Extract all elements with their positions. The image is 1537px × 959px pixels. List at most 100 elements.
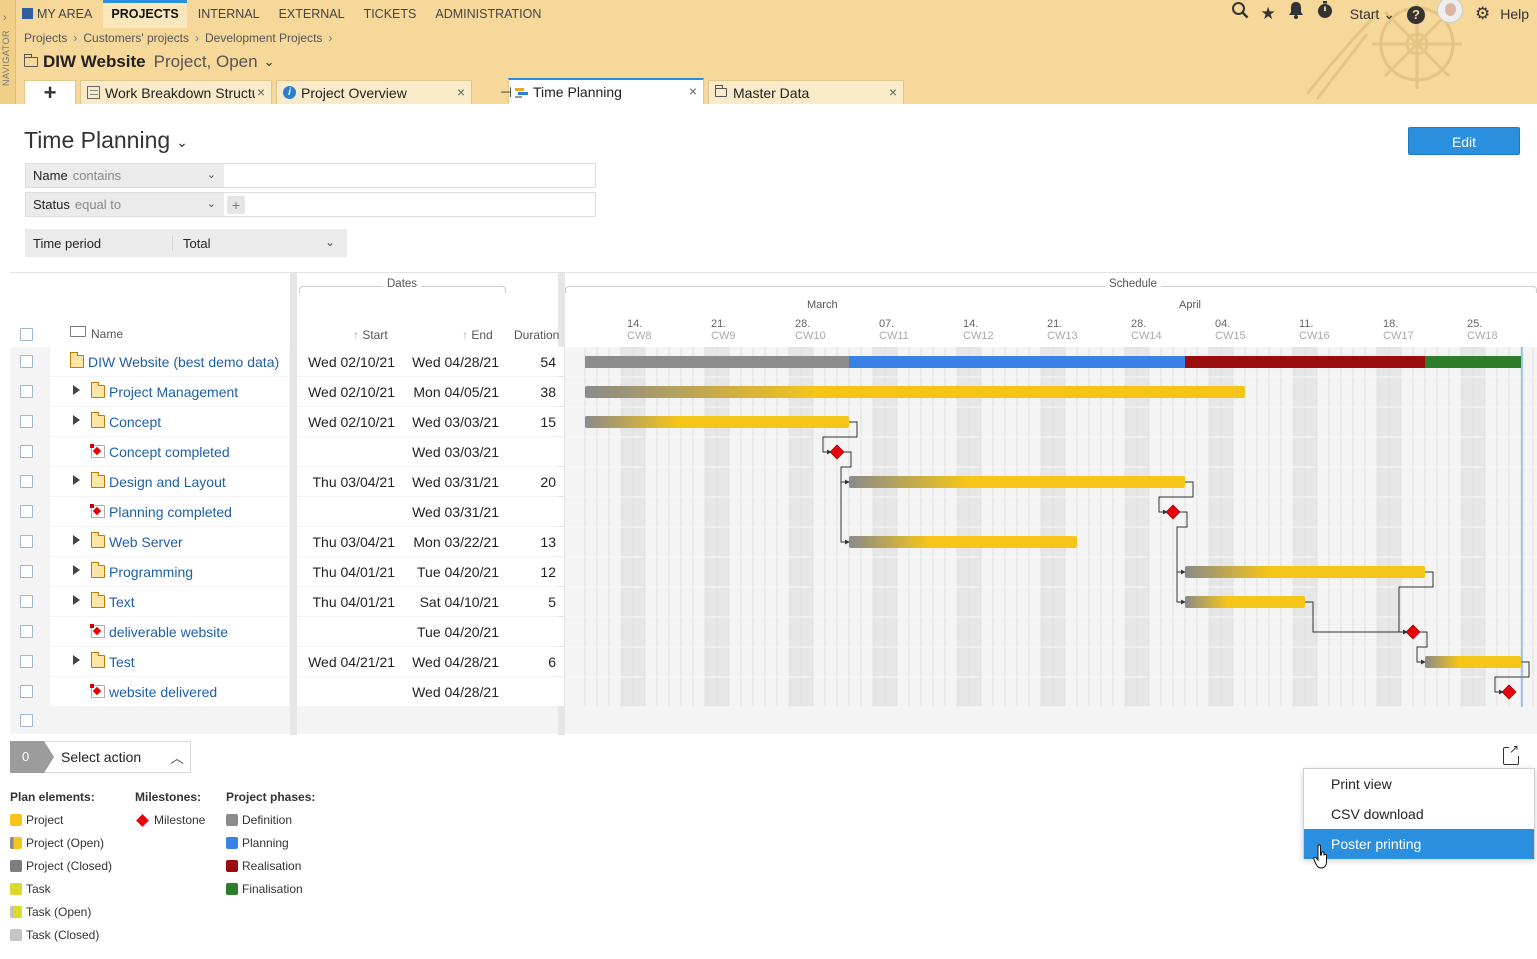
row-name[interactable]: Text [109,594,135,610]
expand-arrow-icon[interactable] [73,415,80,425]
close-icon[interactable]: × [457,84,465,100]
tab-master-data[interactable]: Master Data × [708,80,904,104]
nav-external[interactable]: EXTERNAL [279,0,345,28]
add-value-button[interactable]: + [227,196,245,214]
row-checkbox[interactable] [20,355,33,368]
row-name[interactable]: Design and Layout [109,474,226,490]
select-all-checkbox[interactable] [20,328,33,341]
row-name[interactable]: Concept [109,414,161,430]
menu-item-poster-printing[interactable]: Poster printing [1304,829,1534,859]
tab-work-breakdown-structure[interactable]: Work Breakdown Structure × [80,80,272,104]
nav-my-area[interactable]: MY AREA [22,0,92,28]
legend-item: Project [10,813,112,836]
action-selector[interactable]: 0 Select action ︿ [10,740,191,773]
header-name[interactable]: Name [91,327,123,341]
nav-administration[interactable]: ADMINISTRATION [435,0,541,28]
star-icon[interactable]: ★ [1261,0,1276,28]
bell-icon[interactable] [1288,0,1304,28]
gear-icon[interactable]: ⚙ [1475,0,1490,28]
edit-button[interactable]: Edit [1408,127,1520,155]
close-icon[interactable]: × [689,83,697,99]
time-period-select[interactable]: Total ⌄ [173,235,347,251]
row-name[interactable]: website delivered [109,684,217,700]
tab-time-planning[interactable]: Time Planning × [508,78,704,104]
row-name[interactable]: Project Management [109,384,238,400]
page-title[interactable]: Time Planning ⌄ [24,127,188,154]
expand-arrow-icon[interactable] [73,475,80,485]
table-row[interactable]: Project Management Wed 02/10/21 Mon 04/05/… [10,377,565,407]
table-row[interactable]: Concept Wed 02/10/21 Wed 03/03/21 15 [10,407,565,437]
object-status[interactable]: Project, Open [154,52,258,72]
stopwatch-icon[interactable] [1316,0,1334,28]
row-checkbox[interactable] [20,565,33,578]
phase-bar [585,356,849,368]
menu-item-print-view[interactable]: Print view [1304,769,1534,799]
breadcrumb-projects[interactable]: Projects [24,31,67,45]
row-name[interactable]: DIW Website (best demo data) [88,354,279,370]
table-row[interactable]: Concept completed Wed 03/03/21 [10,437,565,467]
row-checkbox[interactable] [20,415,33,428]
help-link[interactable]: Help [1500,6,1529,22]
filter-name-input[interactable] [224,164,595,187]
close-icon[interactable]: × [889,84,897,100]
folder-icon [90,412,105,428]
table-row[interactable]: Planning completed Wed 03/31/21 [10,497,565,527]
table-row[interactable]: Web Server Thu 03/04/21 Mon 03/22/21 13 [10,527,565,557]
new-row-checkbox[interactable] [20,714,33,727]
filter-status-operator[interactable]: Status equal to ⌄ [26,193,224,216]
expand-arrow-icon[interactable] [73,655,80,665]
table-row[interactable]: website delivered Wed 04/28/21 [10,677,565,707]
navigator-rail[interactable]: › NAVIGATOR [0,0,16,104]
table-row[interactable]: Test Wed 04/21/21 Wed 04/28/21 6 [10,647,565,677]
table-row[interactable]: Programming Thu 04/01/21 Tue 04/20/21 12 [10,557,565,587]
help-icon[interactable]: ? [1406,0,1425,28]
breadcrumb-customers-projects[interactable]: Customers' projects [83,31,189,45]
pin-icon[interactable]: ⊣ [500,84,512,101]
nav-projects[interactable]: PROJECTS [103,0,188,28]
menu-item-csv-download[interactable]: CSV download [1304,799,1534,829]
expand-arrow-icon[interactable] [73,565,80,575]
search-icon[interactable] [1231,0,1249,28]
row-checkbox[interactable] [20,385,33,398]
row-checkbox[interactable] [20,505,33,518]
header-duration[interactable]: Duration [514,328,559,342]
expand-arrow-icon[interactable] [73,535,80,545]
row-checkbox[interactable] [20,475,33,488]
time-period-filter[interactable]: Time period Total ⌄ [25,229,347,257]
table-row[interactable]: Text Thu 04/01/21 Sat 04/10/21 5 [10,587,565,617]
expand-arrow-icon[interactable] [73,385,80,395]
filter-status-input[interactable]: + [224,193,595,216]
legend-item: Realisation [226,859,315,882]
tab-project-overview[interactable]: i Project Overview × [276,80,472,104]
row-checkbox[interactable] [20,445,33,458]
row-checkbox[interactable] [20,655,33,668]
add-tab-button[interactable]: + [24,80,76,104]
breadcrumb-development-projects[interactable]: Development Projects [205,31,322,45]
row-checkbox[interactable] [20,685,33,698]
table-row[interactable]: DIW Website (best demo data) Wed 02/10/21… [10,347,565,377]
row-name[interactable]: deliverable website [109,624,228,640]
row-checkbox[interactable] [20,535,33,548]
row-name[interactable]: Programming [109,564,193,580]
header-start[interactable]: ↑ Start [353,328,388,342]
user-avatar[interactable] [1436,0,1463,32]
row-checkbox[interactable] [20,625,33,638]
row-name[interactable]: Planning completed [109,504,232,520]
close-icon[interactable]: × [254,84,265,100]
expand-arrow-icon[interactable] [73,595,80,605]
table-row[interactable]: deliverable website Tue 04/20/21 [10,617,565,647]
row-checkbox[interactable] [20,595,33,608]
row-name[interactable]: Test [109,654,135,670]
nav-tickets[interactable]: TICKETS [364,0,417,28]
chevron-down-icon[interactable]: ⌄ [264,54,275,70]
filter-name-operator[interactable]: Name contains ⌄ [26,164,224,187]
nav-internal[interactable]: INTERNAL [198,0,260,28]
table-row[interactable]: Design and Layout Thu 03/04/21 Wed 03/31/2… [10,467,565,497]
start-menu[interactable]: Start ⌄ [1350,6,1395,23]
header-end[interactable]: ↑ End [462,328,493,342]
export-icon[interactable] [1503,742,1520,765]
row-name[interactable]: Concept completed [109,444,230,460]
row-name[interactable]: Web Server [109,534,183,550]
phase-bar [1425,356,1521,368]
chevron-right-icon[interactable]: › [3,12,7,24]
